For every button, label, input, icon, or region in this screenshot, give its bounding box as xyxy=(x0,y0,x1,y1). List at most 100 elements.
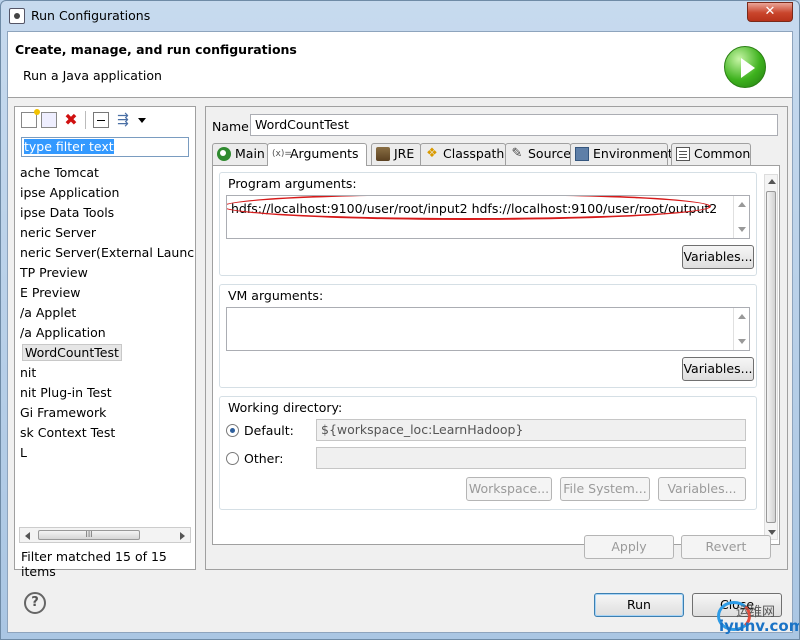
scroll-down-icon[interactable] xyxy=(738,339,746,344)
tree-item[interactable]: ipse Data Tools xyxy=(15,203,195,223)
scroll-right-icon[interactable] xyxy=(180,532,185,540)
source-tab-icon: ✎ xyxy=(511,146,523,161)
tab-common[interactable]: Common xyxy=(671,143,751,165)
vm-arguments-input[interactable] xyxy=(226,307,750,351)
scroll-up-icon[interactable] xyxy=(768,179,776,184)
new-configuration-icon[interactable] xyxy=(21,109,40,128)
name-field[interactable]: WordCountTest xyxy=(250,114,778,136)
tab-arguments[interactable]: (x)= Arguments xyxy=(267,143,367,166)
tab-jre[interactable]: JRE xyxy=(371,143,421,165)
common-tab-icon xyxy=(676,147,690,161)
tab-arguments-label: Arguments xyxy=(290,146,359,161)
dialog-header: Create, manage, and run configurations R… xyxy=(8,32,792,98)
toolbar-separator xyxy=(85,111,86,129)
run-banner-icon xyxy=(724,46,766,88)
program-arguments-label: Program arguments: xyxy=(228,176,357,191)
tab-source-label: Source xyxy=(528,146,571,161)
tree-item-selected[interactable]: WordCountTest xyxy=(15,343,195,363)
default-radio[interactable] xyxy=(226,424,239,437)
delete-configuration-icon[interactable]: ✖ xyxy=(63,112,79,128)
name-label: Name: xyxy=(212,119,254,134)
working-dir-variables-button[interactable]: Variables... xyxy=(658,477,746,501)
tab-vertical-scrollbar[interactable] xyxy=(764,174,778,540)
working-directory-label: Working directory: xyxy=(228,400,343,415)
workspace-button[interactable]: Workspace... xyxy=(466,477,552,501)
tab-classpath-label: Classpath xyxy=(443,146,505,161)
tab-environment[interactable]: Environment xyxy=(570,143,673,165)
tab-jre-label: JRE xyxy=(394,146,415,161)
arguments-tab-content: Program arguments: hdfs://localhost:9100… xyxy=(212,165,780,545)
dialog-subheading: Run a Java application xyxy=(23,68,162,83)
tree-item[interactable]: TP Preview xyxy=(15,263,195,283)
arguments-tab-icon: (x)= xyxy=(272,149,292,159)
collapse-all-icon[interactable] xyxy=(93,112,109,128)
filter-input-text: type filter text xyxy=(24,139,114,154)
program-arguments-scrollbar[interactable] xyxy=(733,196,749,238)
annotation-oval xyxy=(227,196,711,220)
main-tab-icon xyxy=(217,147,231,161)
filter-status: Filter matched 15 of 15 items xyxy=(21,549,167,579)
duplicate-configuration-icon[interactable] xyxy=(41,112,57,128)
tree-item[interactable]: E Preview xyxy=(15,283,195,303)
revert-button[interactable]: Revert xyxy=(681,535,771,559)
tree-horizontal-scrollbar[interactable]: III xyxy=(19,527,191,543)
tree-item[interactable]: ache Tomcat xyxy=(15,163,195,183)
tree-item[interactable]: neric Server(External Launch) xyxy=(15,243,195,263)
vm-arguments-scrollbar[interactable] xyxy=(733,308,749,350)
file-system-button[interactable]: File System... xyxy=(560,477,650,501)
scroll-thumb[interactable]: III xyxy=(38,530,140,540)
tree-item[interactable]: L xyxy=(15,443,195,463)
default-directory-field: ${workspace_loc:LearnHadoop} xyxy=(316,419,746,441)
tree-item[interactable]: nit xyxy=(15,363,195,383)
app-icon xyxy=(9,8,25,24)
configuration-tree: ache Tomcat ipse Application ipse Data T… xyxy=(15,163,195,463)
run-button[interactable]: Run xyxy=(594,593,684,617)
tab-classpath[interactable]: ❖ Classpath xyxy=(420,143,506,165)
window-close-button[interactable]: ✕ xyxy=(747,2,793,22)
scroll-thumb[interactable] xyxy=(766,191,776,523)
tree-item[interactable]: nit Plug-in Test xyxy=(15,383,195,403)
tree-item[interactable]: neric Server xyxy=(15,223,195,243)
scroll-left-icon[interactable] xyxy=(25,532,30,540)
tree-item-selected-label: WordCountTest xyxy=(22,344,122,361)
program-arguments-input[interactable]: hdfs://localhost:9100/user/root/input2 h… xyxy=(226,195,750,239)
help-icon[interactable]: ? xyxy=(24,592,46,614)
view-menu-chevron-down-icon[interactable] xyxy=(137,112,147,128)
configuration-list-panel: ✖ ⇶ type filter text ache Tomcat ipse Ap… xyxy=(14,106,196,579)
filter-input[interactable]: type filter text xyxy=(21,137,189,157)
configuration-editor: Name: WordCountTest Main (x)= Arguments … xyxy=(205,106,788,570)
program-variables-button[interactable]: Variables... xyxy=(682,245,754,269)
tree-item[interactable]: /a Applet xyxy=(15,303,195,323)
vm-arguments-label: VM arguments: xyxy=(228,288,324,303)
tree-item[interactable]: /a Application xyxy=(15,323,195,343)
tab-source[interactable]: ✎ Source xyxy=(505,143,571,165)
other-radio[interactable] xyxy=(226,452,239,465)
working-directory-group: Working directory: Default: ${workspace_… xyxy=(219,396,757,510)
config-tabs: Main (x)= Arguments JRE ❖ Classpath ✎ So… xyxy=(212,143,782,166)
classpath-tab-icon: ❖ xyxy=(426,146,438,161)
tab-environment-label: Environment xyxy=(593,146,673,161)
tree-item[interactable]: sk Context Test xyxy=(15,423,195,443)
apply-button[interactable]: Apply xyxy=(584,535,674,559)
config-toolbar: ✖ ⇶ xyxy=(15,107,195,133)
vm-arguments-group: VM arguments: Variables... xyxy=(219,284,757,388)
other-radio-label: Other: xyxy=(244,451,284,466)
title-bar[interactable]: Run Configurations ✕ xyxy=(1,1,799,31)
window-title: Run Configurations xyxy=(31,8,151,23)
tree-item[interactable]: ipse Application xyxy=(15,183,195,203)
filter-configurations-icon[interactable]: ⇶ xyxy=(115,112,131,128)
tab-main[interactable]: Main xyxy=(212,143,268,165)
tab-common-label: Common xyxy=(694,146,751,161)
other-radio-row[interactable]: Other: xyxy=(226,449,316,469)
tree-item[interactable]: Gi Framework xyxy=(15,403,195,423)
vm-variables-button[interactable]: Variables... xyxy=(682,357,754,381)
jre-tab-icon xyxy=(376,147,390,161)
environment-tab-icon xyxy=(575,147,589,161)
scroll-up-icon[interactable] xyxy=(738,314,746,319)
scroll-up-icon[interactable] xyxy=(738,202,746,207)
scroll-down-icon[interactable] xyxy=(738,227,746,232)
other-directory-field[interactable] xyxy=(316,447,746,469)
run-configurations-window: Run Configurations ✕ Create, manage, and… xyxy=(0,0,800,640)
dialog-client-area: Create, manage, and run configurations R… xyxy=(7,31,793,633)
default-radio-row[interactable]: Default: xyxy=(226,421,316,441)
